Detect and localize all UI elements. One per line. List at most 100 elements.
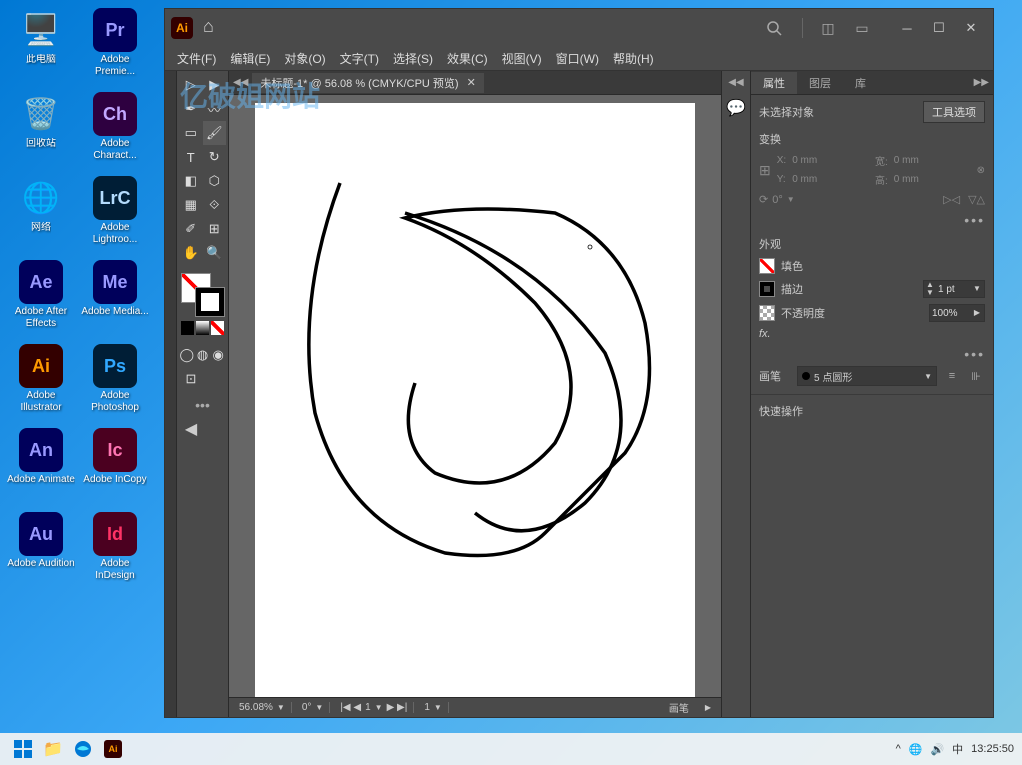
appearance-more-icon[interactable]: ••• [759,346,985,362]
eraser-tool[interactable]: ◧ [179,169,203,193]
artboard-nav[interactable]: |◀ ◀ 1 ▼ ▶ ▶| [334,702,414,713]
h-field[interactable]: 0 mm [894,174,971,185]
canvas-area[interactable] [229,95,721,697]
tab-properties[interactable]: 属性 [751,72,797,94]
desktop-icon[interactable]: IdAdobe InDesign [80,510,150,590]
artboard-num[interactable]: 1 ▼ [418,702,448,713]
flip-h-icon[interactable]: ▷◁ [943,193,960,206]
artboard[interactable] [255,103,695,697]
explorer-icon[interactable]: 📁 [38,736,68,762]
document-tab[interactable]: 未标题-1* @ 56.08 % (CMYK/CPU 预览) ✕ [252,73,483,93]
toolbar-collapse-icon[interactable]: ◀ [179,417,203,441]
minimize-button[interactable]: ─ [891,16,923,40]
menu-item[interactable]: 对象(O) [278,48,331,69]
desktop-icon[interactable]: PrAdobe Premie... [80,6,150,86]
close-tab-icon[interactable]: ✕ [467,76,476,89]
workspace-icon[interactable]: ▭ [847,16,877,40]
maximize-button[interactable]: ☐ [923,16,955,40]
close-button[interactable]: ✕ [955,16,987,40]
menu-item[interactable]: 文字(T) [334,48,385,69]
opacity-stepper[interactable]: 100% ▶ [929,304,985,322]
brush-picker[interactable]: 5 点圆形 ▼ [797,366,937,386]
menu-item[interactable]: 帮助(H) [607,48,660,69]
desktop-icon[interactable]: 🖥️此电脑 [6,6,76,86]
y-field[interactable]: 0 mm [792,174,869,185]
fill-stroke-swatch[interactable] [181,273,225,317]
search-icon[interactable] [756,15,792,41]
curvature-tool[interactable]: 〰 [203,97,227,121]
status-arrow-icon[interactable]: ▶ [699,703,717,712]
network-icon[interactable]: 🌐 [909,743,923,756]
gradient-tool[interactable]: ▦ [179,193,203,217]
draw-behind-icon[interactable]: ◍ [195,343,211,367]
eyedropper-tool[interactable]: ✐ [179,217,203,241]
flip-v-icon[interactable]: ▽△ [968,193,985,206]
brush-opt2-icon[interactable]: ⊪ [967,367,985,385]
none-mode-swatch[interactable] [211,321,224,335]
stroke-swatch-icon[interactable] [759,281,775,297]
zoom-tool[interactable]: 🔍 [203,241,227,265]
desktop-icon[interactable]: AiAdobe Illustrator [6,342,76,422]
artboard-tool[interactable]: ⊞ [203,217,227,241]
stroke-weight-stepper[interactable]: ▲▼ 1 pt ▼ [923,280,985,298]
reference-point-icon[interactable]: ⊞ [759,162,771,179]
transform-more-icon[interactable]: ••• [759,212,985,228]
menu-item[interactable]: 编辑(E) [224,48,276,69]
collapse-arrow-icon[interactable]: ◀◀ [229,77,252,88]
x-field[interactable]: 0 mm [792,155,869,166]
tool-options-button[interactable]: 工具选项 [923,101,985,123]
illustrator-taskbar-icon[interactable]: Ai [98,736,128,762]
menu-item[interactable]: 文件(F) [171,48,222,69]
start-button[interactable] [8,736,38,762]
ime-indicator[interactable]: 中 [952,741,963,757]
collapse-right-icon[interactable]: ◀◀ [728,75,743,90]
screen-mode-icon[interactable]: ⊡ [179,367,203,391]
tab-layers[interactable]: 图层 [797,72,843,94]
edit-toolbar-button[interactable]: ••• [179,397,226,413]
draw-inside-icon[interactable]: ◉ [210,343,226,367]
fx-button[interactable]: fx. [759,328,771,340]
desktop-icon[interactable]: 🌐网络 [6,174,76,254]
color-mode-swatch[interactable] [181,321,194,335]
link-icon[interactable]: ⊗ [977,165,985,176]
tab-libraries[interactable]: 库 [843,72,878,94]
desktop-icon[interactable]: AeAdobe After Effects [6,258,76,338]
home-button[interactable]: ⌂ [203,16,227,40]
menu-item[interactable]: 选择(S) [387,48,439,69]
rotate-field[interactable]: 0° ▼ [296,702,330,713]
desktop-icon[interactable]: IcAdobe InCopy [80,426,150,506]
clock[interactable]: 13:25:50 [971,743,1014,755]
edge-icon[interactable] [68,736,98,762]
menu-item[interactable]: 窗口(W) [550,48,605,69]
zoom-field[interactable]: 56.08% ▼ [233,702,292,713]
shape-builder-tool[interactable]: ⬡ [203,169,227,193]
desktop-icon[interactable]: AnAdobe Animate [6,426,76,506]
draw-normal-icon[interactable]: ◯ [179,343,195,367]
desktop-icon[interactable]: MeAdobe Media... [80,258,150,338]
desktop-icon[interactable]: ChAdobe Charact... [80,90,150,170]
desktop-icon[interactable]: AuAdobe Audition [6,510,76,590]
pen-tool[interactable]: ✒ [179,97,203,121]
volume-icon[interactable]: 🔊 [930,743,944,756]
w-field[interactable]: 0 mm [894,155,971,166]
hand-tool[interactable]: ✋ [179,241,203,265]
brush-opt1-icon[interactable]: ≡ [943,367,961,385]
tray-chevron-icon[interactable]: ^ [896,743,901,755]
arrange-documents-icon[interactable]: ◫ [813,16,843,40]
gradient-mode-swatch[interactable] [196,321,209,335]
collapse-panel-icon[interactable]: ▶▶ [970,77,993,88]
opacity-swatch-icon[interactable] [759,305,775,321]
desktop-icon[interactable]: PsAdobe Photoshop [80,342,150,422]
desktop-icon[interactable]: 🗑️回收站 [6,90,76,170]
menu-item[interactable]: 效果(C) [441,48,494,69]
paintbrush-tool[interactable]: 🖌 [203,121,227,145]
desktop-icon[interactable]: LrCAdobe Lightroo... [80,174,150,254]
rectangle-tool[interactable]: ▭ [179,121,203,145]
rotate-tool[interactable]: ↻ [203,145,227,169]
fill-swatch-icon[interactable] [759,258,775,274]
type-tool[interactable]: T [179,145,203,169]
selection-tool[interactable]: ▷ [179,73,203,97]
direct-selection-tool[interactable]: ▶ [203,73,227,97]
menu-item[interactable]: 视图(V) [496,48,548,69]
comments-icon[interactable]: 💬 [724,96,748,120]
